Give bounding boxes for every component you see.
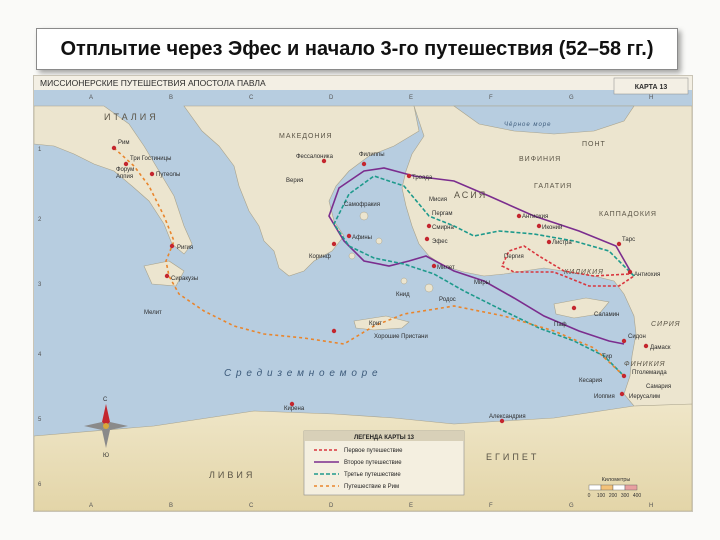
grid-letter-bottom-f: F — [489, 503, 493, 509]
grid-letter-a: A — [89, 95, 93, 101]
slide-title: Отплытие через Эфес и начало 3-го путеше… — [36, 28, 678, 70]
city-lystra: Листра — [552, 240, 572, 246]
scale-tick-0: 0 — [588, 493, 591, 499]
city-mysia: Мисия — [429, 197, 447, 203]
grid-letter-bottom-g: G — [569, 503, 574, 509]
scale-tick-200: 200 — [609, 493, 618, 499]
grid-letter-g: G — [569, 95, 574, 101]
city-puteoli: Путеолы — [156, 172, 180, 178]
city-thessalonica: Фессалоника — [296, 154, 334, 160]
city-three-taverns: Три Гостиницы — [130, 156, 171, 162]
city-rhodes: Родос — [439, 297, 456, 303]
region-cappadocia: КАППАДОКИЯ — [599, 211, 657, 218]
city-crete: Крит — [369, 321, 382, 327]
region-syria: СИРИЯ — [651, 321, 681, 328]
scale-tick-100: 100 — [597, 493, 606, 499]
region-black-sea: Чёрное море — [504, 122, 551, 128]
region-libya: ЛИВИЯ — [209, 470, 255, 480]
map-header: МИССИОНЕРСКИЕ ПУТЕШЕСТВИЯ АПОСТОЛА ПАВЛА — [40, 78, 266, 88]
city-smyrna: Смирна — [432, 225, 454, 231]
grid-letter-bottom-c: C — [249, 503, 254, 509]
city-berea: Верия — [286, 178, 303, 184]
scale-tick-300: 300 — [621, 493, 630, 499]
legend-title: ЛЕГЕНДА КАРТЫ 13 — [354, 435, 415, 441]
city-salamis: Саламин — [594, 312, 619, 318]
city-corinth: Коринф — [309, 254, 331, 260]
city-tarsus: Тарс — [622, 237, 635, 243]
region-pontus: ПОНТ — [582, 141, 606, 148]
city-samaria: Самария — [646, 384, 671, 390]
city-athens: Афины — [352, 235, 372, 241]
city-damascus: Дамаск — [650, 345, 671, 351]
city-antioch: Антиохия — [634, 272, 660, 278]
legend: ЛЕГЕНДА КАРТЫ 13 Первое путешествие Втор… — [303, 430, 465, 496]
map-frame: МИССИОНЕРСКИЕ ПУТЕШЕСТВИЯ АПОСТОЛА ПАВЛА… — [33, 75, 693, 512]
city-cyrene: Кирена — [284, 406, 305, 412]
city-sidon: Сидон — [628, 334, 646, 340]
grid-letter-c: C — [249, 95, 254, 101]
legend-label-rome: Путешествие в Рим — [344, 484, 399, 490]
city-joppa: Иоппия — [594, 394, 615, 400]
grid-letter-d: D — [329, 95, 334, 101]
legend-label-second: Второе путешествие — [344, 460, 402, 466]
region-phoenicia: ФИНИКИЯ — [624, 361, 666, 368]
city-appii: Аппия — [116, 174, 133, 180]
city-fair-havens: Хорошие Пристани — [374, 334, 428, 340]
city-rhegium: Ригия — [177, 245, 193, 251]
grid-letter-e: E — [409, 95, 413, 101]
region-galatia: ГАЛАТИЯ — [534, 183, 572, 190]
city-jerusalem: Иерусалим — [629, 394, 660, 400]
region-mediterranean: С р е д и з е м н о е м о р е — [224, 368, 379, 379]
scale-title: Километры — [602, 477, 631, 483]
region-egypt: ЕГИПЕТ — [486, 452, 539, 462]
map-number: КАРТА 13 — [635, 84, 668, 91]
region-cilicia: КИЛИКИЯ — [564, 269, 604, 276]
city-forum: Форум — [116, 167, 134, 173]
scale-tick-400: 400 — [633, 493, 642, 499]
grid-letter-h: H — [649, 95, 653, 101]
city-ephesus: Эфес — [432, 239, 448, 245]
grid-letter-bottom-e: E — [409, 503, 413, 509]
city-rome: Рим — [118, 140, 129, 146]
city-ptolemais: Птолемаида — [632, 370, 667, 376]
city-tyre: Тир — [602, 354, 613, 360]
city-alexandria: Александрия — [489, 414, 526, 420]
city-caesarea: Кесария — [579, 378, 602, 384]
legend-label-third: Третье путешествие — [344, 472, 401, 478]
map-svg: МИССИОНЕРСКИЕ ПУТЕШЕСТВИЯ АПОСТОЛА ПАВЛА… — [34, 76, 692, 511]
city-miletus: Милет — [437, 265, 455, 271]
city-perga: Пергия — [504, 254, 524, 260]
city-paphos: Паф — [554, 322, 567, 328]
city-myra: Миры — [474, 280, 490, 286]
region-macedonia: МАКЕДОНИЯ — [279, 133, 333, 140]
legend-label-first: Первое путешествие — [344, 448, 403, 454]
compass-south: Ю — [103, 453, 109, 459]
city-cnidus: Книд — [396, 292, 410, 298]
grid-letter-b: B — [169, 95, 173, 101]
city-antioch-pisidia: Антиохия — [522, 214, 548, 220]
compass-north: С — [103, 397, 108, 403]
city-malta: Мелит — [144, 310, 162, 316]
region-italy: ИТАЛИЯ — [104, 112, 159, 122]
grid-letter-bottom-h: H — [649, 503, 653, 509]
city-iconium: Иконий — [542, 224, 562, 231]
grid-letter-bottom-a: A — [89, 503, 93, 509]
city-philippi: Филиппы — [359, 152, 385, 158]
city-pergamum: Пергам — [432, 211, 453, 217]
grid-letter-f: F — [489, 95, 493, 101]
city-syracuse: Сиракузы — [171, 276, 198, 282]
city-samothrace: Самофракия — [344, 202, 380, 208]
city-troas: Троада — [412, 175, 433, 181]
region-asia: АСИЯ — [454, 190, 487, 200]
grid-letter-bottom-b: B — [169, 503, 173, 509]
region-bithynia: ВИФИНИЯ — [519, 156, 561, 163]
grid-letter-bottom-d: D — [329, 503, 334, 509]
